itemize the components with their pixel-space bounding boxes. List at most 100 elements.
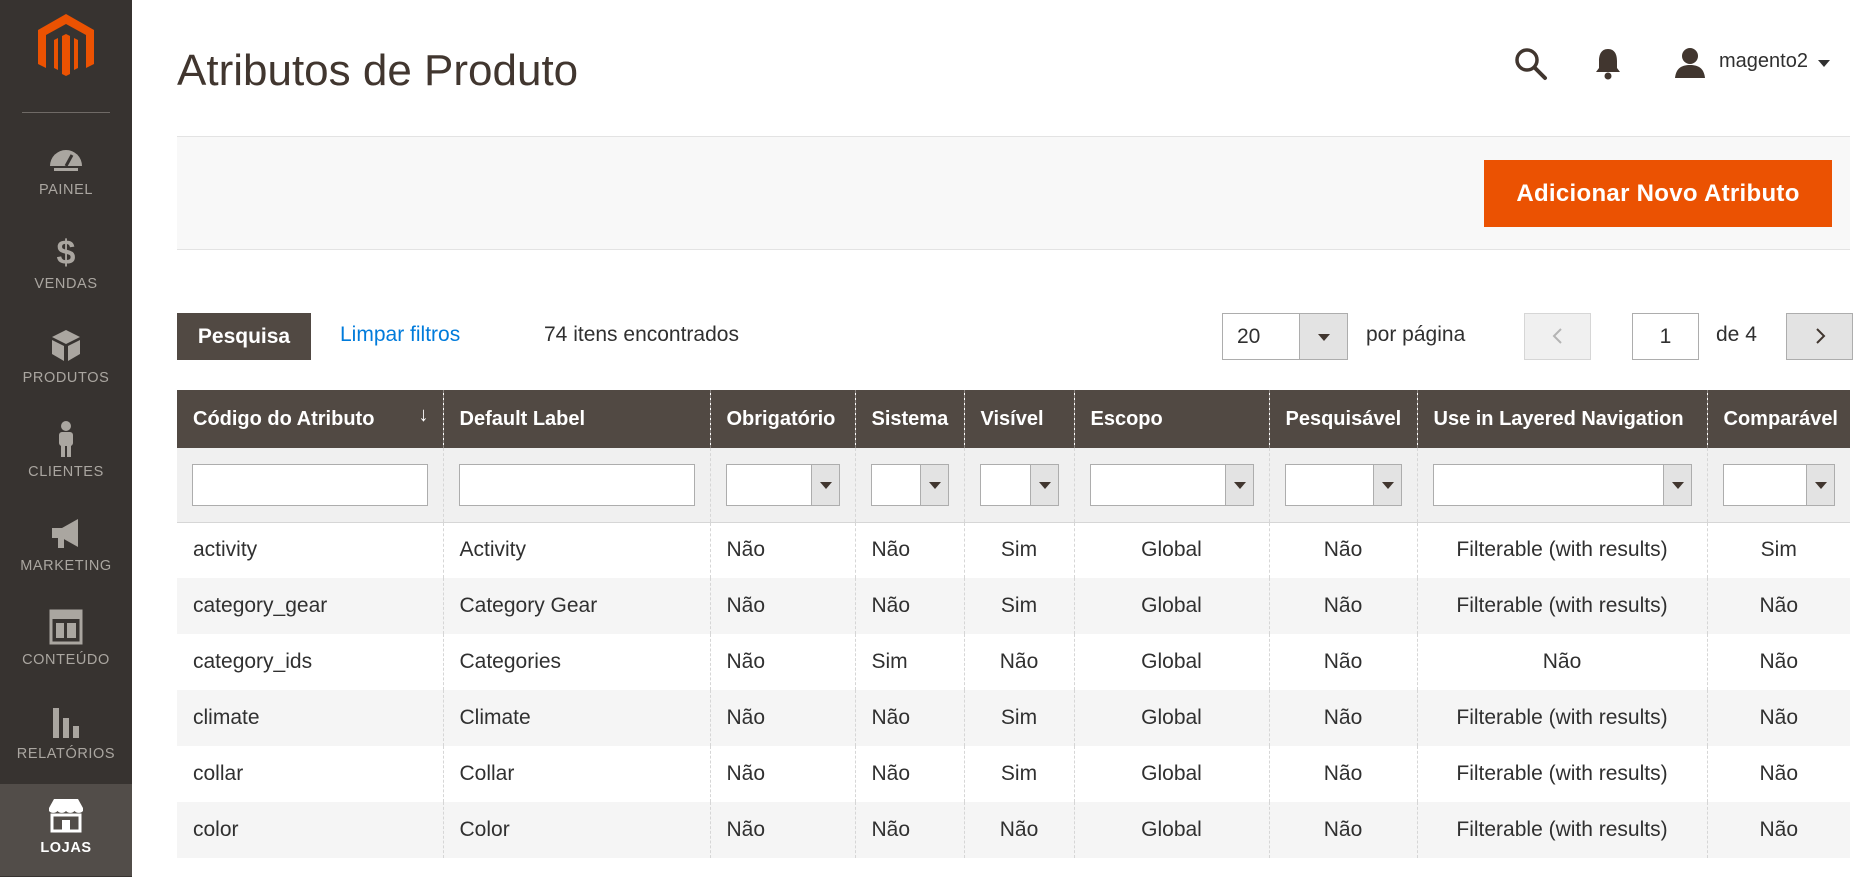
cell-layered-navigation: Não [1416, 634, 1707, 690]
person-icon [59, 421, 73, 457]
search-icon[interactable] [1513, 46, 1549, 82]
searchable-filter[interactable] [1284, 463, 1402, 506]
chevron-down-icon[interactable] [1224, 464, 1253, 505]
cell-default-label: Color [442, 802, 710, 858]
cell-attribute-code: activity [177, 522, 443, 578]
nav-label: RELATÓRIOS [16, 746, 116, 762]
layered-navigation-filter[interactable] [1432, 463, 1692, 506]
nav-label: CLIENTES [28, 464, 104, 480]
system-filter[interactable] [870, 463, 949, 506]
column-header[interactable]: Use in Layered Navigation [1416, 390, 1707, 448]
cell-visible: Sim [963, 578, 1074, 634]
default-label-filter[interactable] [458, 463, 695, 506]
per-page-label: por página [1366, 323, 1466, 346]
column-header[interactable]: Pesquisável [1268, 390, 1417, 448]
magento-logo-icon[interactable] [36, 14, 96, 80]
user-icon[interactable] [1673, 46, 1707, 80]
cell-layered-navigation: Filterable (with results) [1416, 690, 1707, 746]
column-header[interactable]: Default Label [442, 390, 710, 448]
table-row[interactable]: activity Activity Não Não Sim Global Não… [177, 522, 1850, 578]
page-total: de 4 [1716, 323, 1757, 346]
cell-scope: Global [1073, 522, 1269, 578]
column-header[interactable]: Sistema [854, 390, 964, 448]
per-page-value: 20 [1237, 325, 1261, 348]
logo-divider [22, 112, 110, 113]
chevron-down-icon[interactable] [1818, 60, 1830, 67]
cell-searchable: Não [1268, 634, 1417, 690]
cell-required: Não [709, 522, 855, 578]
cell-searchable: Não [1268, 802, 1417, 858]
cell-scope: Global [1073, 746, 1269, 802]
cell-comparable: Não [1706, 578, 1850, 634]
sort-arrow-icon[interactable]: ↓ [419, 404, 429, 427]
chevron-down-icon[interactable] [1372, 464, 1401, 505]
cell-searchable: Não [1268, 522, 1417, 578]
cell-required: Não [709, 578, 855, 634]
cell-attribute-code: category_ids [177, 634, 443, 690]
chevron-down-icon[interactable] [810, 464, 839, 505]
dollar-icon: $ [57, 234, 76, 270]
attributes-grid: Código do Atributo ↓ Default Label Obriga… [177, 390, 1850, 858]
nav-item-conteudo[interactable]: CONTEÚDO [0, 596, 132, 688]
required-filter[interactable] [725, 463, 840, 506]
clear-filters-link[interactable]: Limpar filtros [340, 323, 460, 347]
cell-searchable: Não [1268, 746, 1417, 802]
cell-comparable: Não [1706, 746, 1850, 802]
cell-searchable: Não [1268, 690, 1417, 746]
nav-item-lojas[interactable]: LOJAS [0, 784, 132, 876]
nav-item-relatorios[interactable]: RELATÓRIOS [0, 690, 132, 782]
table-row[interactable]: category_ids Categories Não Sim Não Glob… [177, 634, 1850, 690]
next-page-button[interactable] [1786, 313, 1853, 360]
column-header[interactable]: Obrigatório [709, 390, 855, 448]
table-row[interactable]: collar Collar Não Não Sim Global Não Fil… [177, 746, 1850, 802]
visible-filter[interactable] [979, 463, 1059, 506]
scope-filter[interactable] [1089, 463, 1254, 506]
nav-item-clientes[interactable]: CLIENTES [0, 408, 132, 500]
cell-system: Não [854, 746, 964, 802]
column-header[interactable]: Visível [963, 390, 1074, 448]
bar-chart-icon [53, 708, 79, 738]
search-button[interactable]: Pesquisa [177, 313, 311, 360]
cell-attribute-code: collar [177, 746, 443, 802]
column-header[interactable]: Comparável [1706, 390, 1850, 448]
cell-system: Sim [854, 634, 964, 690]
table-row[interactable]: color Color Não Não Não Global Não Filte… [177, 802, 1850, 858]
cell-scope: Global [1073, 690, 1269, 746]
column-header[interactable]: Escopo [1073, 390, 1269, 448]
cell-layered-navigation: Filterable (with results) [1416, 746, 1707, 802]
layout-icon [49, 609, 83, 645]
cell-default-label: Collar [442, 746, 710, 802]
nav-label: CONTEÚDO [22, 652, 110, 668]
cell-required: Não [709, 690, 855, 746]
cell-attribute-code: category_gear [177, 578, 443, 634]
nav-item-marketing[interactable]: MARKETING [0, 502, 132, 594]
chevron-down-icon[interactable] [1299, 314, 1347, 359]
add-attribute-button[interactable]: Adicionar Novo Atributo [1484, 160, 1832, 227]
bell-icon[interactable] [1593, 46, 1623, 80]
nav-item-vendas[interactable]: $ VENDAS [0, 220, 132, 312]
cell-layered-navigation: Filterable (with results) [1416, 522, 1707, 578]
nav-item-painel[interactable]: PAINEL [0, 126, 132, 218]
chevron-down-icon[interactable] [1806, 464, 1834, 505]
column-header[interactable]: Código do Atributo ↓ [177, 390, 443, 448]
cell-required: Não [709, 802, 855, 858]
previous-page-button[interactable] [1524, 313, 1591, 360]
chevron-down-icon[interactable] [1662, 464, 1691, 505]
nav-label: VENDAS [34, 276, 98, 292]
cube-icon [52, 330, 80, 361]
comparable-filter[interactable] [1722, 463, 1835, 506]
chevron-down-icon[interactable] [919, 464, 948, 505]
nav-item-produtos[interactable]: PRODUTOS [0, 314, 132, 406]
cell-default-label: Category Gear [442, 578, 710, 634]
table-row[interactable]: category_gear Category Gear Não Não Sim … [177, 578, 1850, 634]
cell-visible: Sim [963, 746, 1074, 802]
username[interactable]: magento2 [1719, 50, 1808, 73]
cell-visible: Não [963, 634, 1074, 690]
per-page-select[interactable]: 20 [1222, 313, 1348, 360]
attribute-code-filter[interactable] [192, 463, 428, 506]
cell-required: Não [709, 746, 855, 802]
chevron-down-icon[interactable] [1029, 464, 1058, 505]
page-number-input[interactable] [1632, 313, 1699, 360]
table-row[interactable]: climate Climate Não Não Sim Global Não F… [177, 690, 1850, 746]
cell-scope: Global [1073, 634, 1269, 690]
